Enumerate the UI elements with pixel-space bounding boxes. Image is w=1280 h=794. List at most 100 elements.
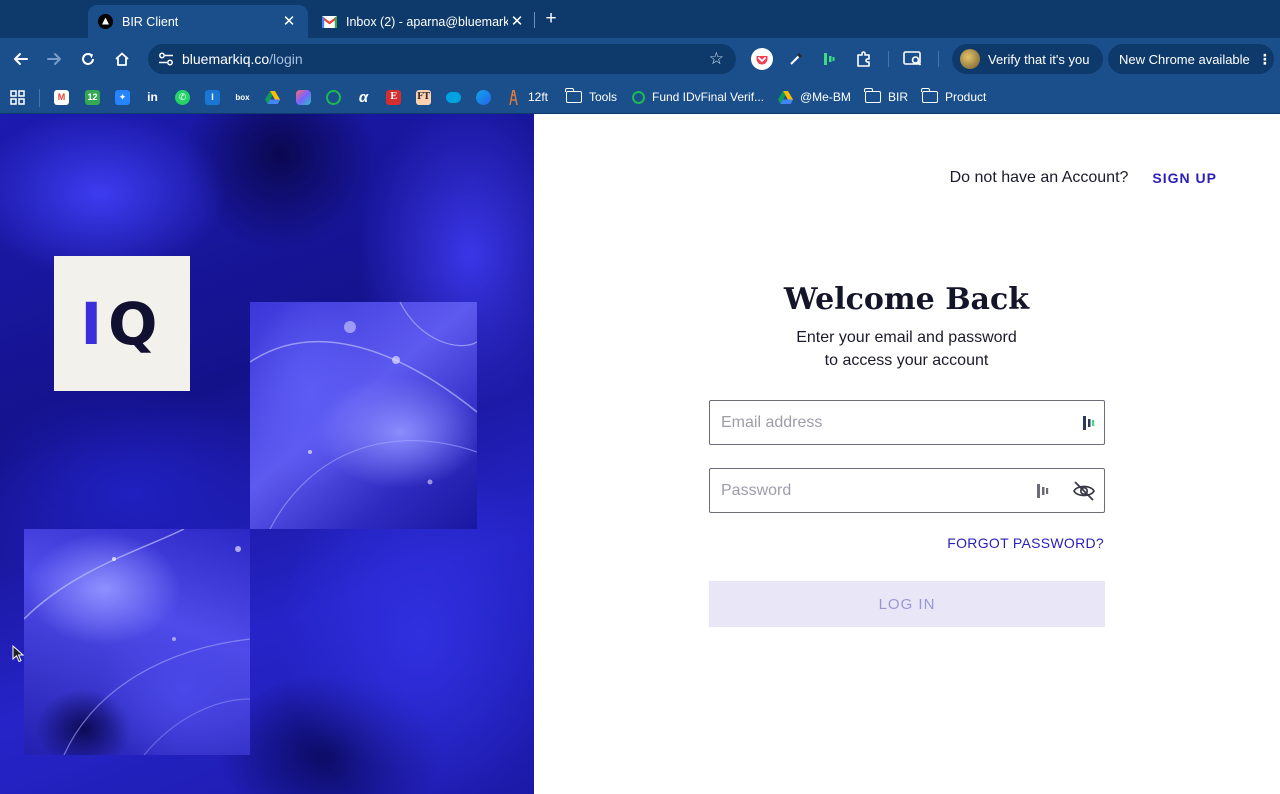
bookmark-whatsapp[interactable]: ✆ — [175, 87, 190, 107]
tab-title: Inbox (2) - aparna@bluemark — [346, 14, 508, 29]
bookmark-label: 12ft — [528, 90, 549, 104]
bookmark-folder-bir[interactable]: BIR — [864, 87, 908, 107]
logo-letter-i: I — [80, 289, 109, 358]
close-icon[interactable]: ✕ — [280, 13, 298, 31]
bookmark-folder-tools[interactable]: Tools — [565, 87, 618, 107]
gmail-icon — [322, 14, 337, 29]
chrome-update-button[interactable]: New Chrome available ⋮ — [1108, 44, 1274, 74]
eyedropper-icon[interactable] — [784, 47, 808, 71]
bookmark-label: Tools — [589, 90, 618, 104]
reload-icon[interactable] — [75, 46, 101, 72]
address-bar[interactable]: bluemarkiq.co/login ☆ — [148, 44, 736, 74]
leaf-photo-tile — [24, 529, 250, 755]
google-drive-icon — [265, 90, 280, 105]
bookmark-ft[interactable]: FT — [416, 87, 431, 107]
whatsapp-icon: ✆ — [175, 89, 190, 105]
browser-toolbar: bluemarkiq.co/login ☆ Verify that it's y… — [0, 38, 1280, 81]
verify-identity-button[interactable]: Verify that it's you — [952, 44, 1103, 74]
copilot-icon — [296, 89, 311, 105]
bookmark-label: Product — [945, 90, 987, 104]
i-app-icon: I — [205, 89, 220, 105]
home-icon[interactable] — [109, 46, 135, 72]
bookmark-fund-idv[interactable]: Fund IDvFinal Verif... — [632, 87, 764, 107]
password-manager-icon[interactable] — [1082, 415, 1096, 431]
google-drive-icon — [778, 90, 793, 105]
jira-icon: ✦ — [115, 89, 130, 105]
forgot-password-link[interactable]: FORGOT PASSWORD? — [947, 535, 1104, 551]
box-icon: box — [235, 92, 250, 102]
extensions-puzzle-icon[interactable] — [852, 47, 876, 71]
bookmark-gmail[interactable]: M — [54, 87, 69, 107]
email-placeholder: Email address — [721, 413, 823, 431]
login-panel: Do not have an Account? SIGN UP Welcome … — [534, 114, 1280, 794]
tab-separator — [534, 12, 535, 28]
site-settings-icon[interactable] — [156, 49, 176, 69]
bookmark-salesforce[interactable] — [446, 87, 461, 107]
new-tab-plus-icon[interactable]: + — [540, 8, 562, 30]
back-arrow-icon[interactable] — [8, 46, 34, 72]
toolbar-divider — [938, 51, 939, 67]
url-path: /login — [269, 51, 303, 67]
bookmark-star-icon[interactable]: ☆ — [709, 49, 724, 69]
forward-arrow-icon[interactable] — [41, 46, 67, 72]
avatar — [960, 49, 980, 69]
pocket-icon[interactable] — [750, 47, 774, 71]
signup-prompt: Do not have an Account? SIGN UP — [950, 169, 1217, 187]
bookmarks-bar: M 12 ✦ in ✆ I box α E FT 12ft Tools Fund… — [0, 81, 1280, 114]
email-field[interactable]: Email address — [709, 400, 1105, 445]
tab-bir-client[interactable]: BIR Client ✕ — [88, 5, 308, 38]
url-text: bluemarkiq.co/login — [182, 51, 303, 67]
subtitle-line: to access your account — [824, 352, 989, 369]
hero-image-panel: IQ — [0, 114, 534, 794]
password-manager-icon[interactable] — [1036, 483, 1050, 499]
edge-icon — [476, 89, 491, 105]
bookmark-copilot[interactable] — [296, 87, 311, 107]
url-host: bluemarkiq.co — [182, 51, 270, 67]
page-title: Welcome Back — [783, 282, 1030, 317]
logo-letter-q: Q — [108, 289, 164, 358]
circle-loop-icon — [632, 90, 645, 104]
bookmark-12ft[interactable]: 12ft — [506, 87, 548, 107]
tab-search-icon[interactable] — [901, 47, 925, 71]
folder-icon — [864, 88, 881, 103]
folder-icon — [921, 88, 938, 103]
calendar-icon: 12 — [85, 89, 100, 105]
bookmark-alpha[interactable]: α — [356, 87, 371, 107]
verify-label: Verify that it's you — [988, 51, 1090, 67]
alpha-icon: α — [358, 88, 369, 106]
ft-icon: FT — [416, 89, 431, 105]
bookmark-label: @Me-BM — [800, 90, 851, 104]
subtitle-line: Enter your email and password — [796, 329, 1017, 346]
bookmark-label: Fund IDvFinal Verif... — [652, 90, 765, 104]
toolbar-divider — [888, 51, 889, 67]
password-field[interactable]: Password — [709, 468, 1105, 513]
bookmark-calendar[interactable]: 12 — [85, 87, 100, 107]
bookmark-drive[interactable] — [265, 87, 280, 107]
bookmark-jira[interactable]: ✦ — [115, 87, 130, 107]
salesforce-cloud-icon — [446, 91, 461, 103]
bookmark-folder-product[interactable]: Product — [921, 87, 987, 107]
more-vertical-icon[interactable]: ⋮ — [1258, 51, 1272, 68]
bookmark-box[interactable]: box — [235, 87, 250, 107]
bookmark-e[interactable]: E — [386, 87, 401, 107]
update-label: New Chrome available — [1119, 51, 1250, 67]
bookmark-i[interactable]: I — [205, 87, 220, 107]
bookmark-me-bm[interactable]: @Me-BM — [778, 87, 851, 107]
brand-logo: IQ — [54, 256, 190, 391]
sign-up-link[interactable]: SIGN UP — [1152, 170, 1217, 186]
bookmark-loop[interactable] — [326, 87, 341, 107]
password-manager-extension-icon[interactable] — [817, 47, 841, 71]
mouse-cursor-icon — [12, 645, 25, 663]
tab-inbox[interactable]: Inbox (2) - aparna@bluemark ✕ — [312, 5, 536, 38]
gmail-icon: M — [54, 89, 69, 105]
bookmark-linkedin[interactable]: in — [145, 87, 160, 107]
linkedin-icon: in — [147, 90, 158, 104]
signup-question: Do not have an Account? — [949, 169, 1129, 186]
close-icon[interactable]: ✕ — [508, 13, 526, 31]
password-placeholder: Password — [721, 481, 792, 499]
eye-off-icon[interactable] — [1072, 479, 1096, 503]
e-app-icon: E — [386, 89, 401, 105]
apps-grid-icon[interactable] — [10, 87, 25, 107]
bookmark-edge[interactable] — [476, 87, 491, 107]
log-in-button[interactable]: LOG IN — [709, 581, 1105, 627]
